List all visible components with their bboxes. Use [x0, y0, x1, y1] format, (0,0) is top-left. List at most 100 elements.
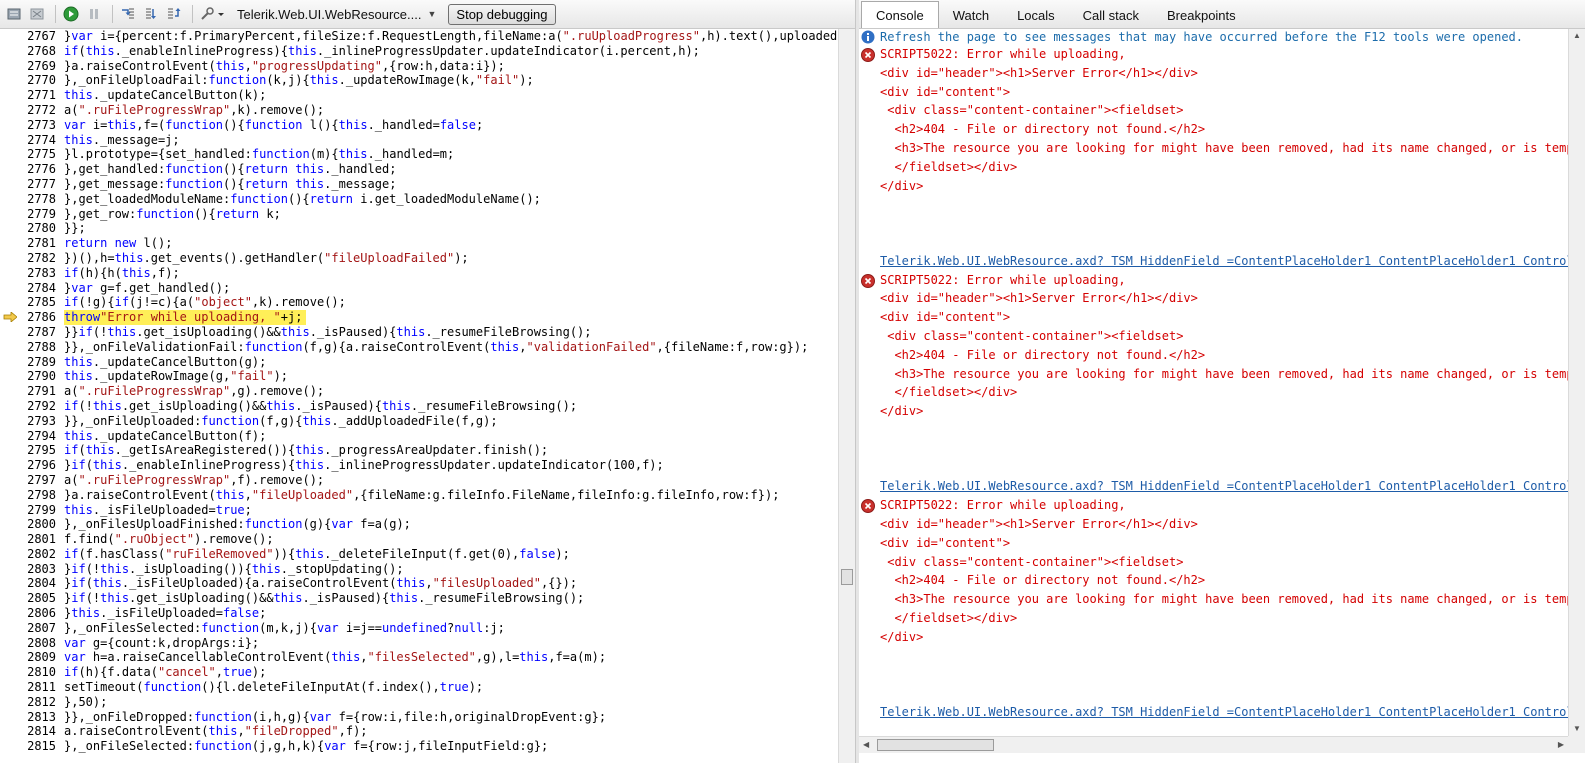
- line-number: 2815: [0, 739, 64, 755]
- code-line[interactable]: 2796}if(this._enableInlineProgress){this…: [0, 458, 838, 473]
- tools-icon[interactable]: [198, 4, 226, 24]
- code-line[interactable]: 2780}};: [0, 221, 838, 237]
- code-line[interactable]: 2802 if(f.hasClass("ruFileRemoved")){this…: [0, 546, 838, 562]
- console-vertical-scrollbar[interactable]: ▲ ▼: [1568, 29, 1585, 736]
- code-line[interactable]: 2805}if(!this.get_isUploading()&&this._i…: [0, 591, 838, 607]
- console-hscroll-thumb[interactable]: [877, 739, 994, 751]
- code-line[interactable]: 2807},_onFilesSelected:function(m,k,j){v…: [0, 620, 838, 636]
- code-line[interactable]: 2785 if(!g){if(j!=c){a("object",k).remove…: [0, 295, 838, 311]
- error-detail-line: <h3>The resource you are looking for mig…: [880, 592, 1568, 607]
- current-statement-line[interactable]: 2786 throw"Error while uploading, "+j;: [0, 310, 838, 325]
- console-spacer: [859, 665, 1568, 684]
- code-line[interactable]: 2804}if(this._isFileUploaded){a.raiseCon…: [0, 576, 838, 592]
- breakpoint-toggle-icon[interactable]: [4, 4, 24, 24]
- code-line[interactable]: 2791 a(".ruFileProgressWrap",g).remove();: [0, 384, 838, 399]
- tab-locals[interactable]: Locals: [1003, 3, 1069, 28]
- code-line[interactable]: 2788}},_onFileValidationFail:function(f,…: [0, 339, 838, 355]
- error-detail-line: </div>: [880, 629, 924, 644]
- code-line[interactable]: 2773 var i=this,f=(function(){function l(…: [0, 117, 838, 133]
- code-line[interactable]: 2774 this._message=j;: [0, 132, 838, 148]
- line-number: 2775: [0, 147, 64, 163]
- error-source-link[interactable]: Telerik.Web.UI.WebResource.axd? TSM Hidd…: [859, 477, 1568, 496]
- script-source-view[interactable]: 2767}var i={percent:f.PrimaryPercent,fil…: [0, 29, 838, 763]
- code-text: }l.prototype={set_handled:function(m){th…: [64, 147, 455, 162]
- script-file-dropdown[interactable]: Telerik.Web.UI.WebResource.... ▼: [237, 7, 436, 22]
- scroll-left-arrow-icon[interactable]: ◀: [863, 738, 869, 752]
- code-line[interactable]: 2787}}if(!this.get_isUploading()&&this._…: [0, 324, 838, 340]
- code-line[interactable]: 2769}a.raiseControlEvent(this,"progressU…: [0, 58, 838, 74]
- scroll-right-arrow-icon[interactable]: ▶: [1558, 738, 1564, 752]
- tab-watch[interactable]: Watch: [939, 3, 1003, 28]
- line-number: 2800: [0, 517, 64, 533]
- code-text: },get_row:function(){return k;: [64, 206, 281, 221]
- code-line[interactable]: 2797 a(".ruFileProgressWrap",f).remove();: [0, 472, 838, 488]
- clear-breakpoints-icon[interactable]: [27, 4, 47, 24]
- line-number: 2805: [0, 591, 64, 607]
- code-line[interactable]: 2809 var h=a.raiseCancellableControlEvent…: [0, 650, 838, 666]
- code-line[interactable]: 2767}var i={percent:f.PrimaryPercent,fil…: [0, 29, 838, 44]
- code-line[interactable]: 2810 if(h){f.data("cancel",true);: [0, 665, 838, 681]
- step-into-icon[interactable]: [118, 4, 138, 24]
- code-text: },_onFileSelected:function(j,g,h,k){var …: [64, 739, 549, 754]
- line-number: 2792: [0, 398, 64, 414]
- step-over-icon[interactable]: [141, 4, 161, 24]
- debugger-toolbar: Telerik.Web.UI.WebResource.... ▼ Stop de…: [0, 0, 858, 29]
- code-line[interactable]: 2779},get_row:function(){return k;: [0, 206, 838, 222]
- code-line[interactable]: 2789 this._updateCancelButton(g);: [0, 354, 838, 370]
- continue-icon[interactable]: [61, 4, 81, 24]
- code-line[interactable]: 2798}a.raiseControlEvent(this,"fileUploa…: [0, 487, 838, 503]
- code-line[interactable]: 2792 if(!this.get_isUploading()&&this._is…: [0, 398, 838, 414]
- code-text: },get_message:function(){return this._me…: [64, 176, 397, 191]
- tab-console[interactable]: Console: [861, 1, 939, 28]
- code-line[interactable]: 2813}},_onFileDropped:function(i,h,g){va…: [0, 709, 838, 725]
- bottom-strip: [859, 753, 1585, 763]
- code-text: var h=a.raiseCancellableControlEvent(thi…: [64, 650, 607, 665]
- info-icon: [861, 30, 875, 44]
- code-line[interactable]: 2815},_onFileSelected:function(j,g,h,k){…: [0, 739, 838, 755]
- console-spacer: [859, 459, 1568, 478]
- code-line[interactable]: 2801 f.find(".ruObject").remove();: [0, 532, 838, 547]
- code-text: }var i={percent:f.PrimaryPercent,fileSiz…: [64, 29, 838, 43]
- stop-debugging-button[interactable]: Stop debugging: [448, 3, 556, 25]
- code-line[interactable]: 2775}l.prototype={set_handled:function(m…: [0, 147, 838, 163]
- code-line[interactable]: 2795 if(this._getIsAreaRegistered()){this…: [0, 443, 838, 459]
- scroll-up-arrow-icon[interactable]: ▲: [1573, 29, 1581, 43]
- tab-call-stack[interactable]: Call stack: [1069, 3, 1153, 28]
- scroll-down-arrow-icon[interactable]: ▼: [1573, 722, 1581, 736]
- error-icon: [861, 48, 875, 62]
- code-line[interactable]: 2768 if(this._enableInlineProgress){this.…: [0, 43, 838, 59]
- code-text: }}if(!this.get_isUploading()&&this._isPa…: [64, 324, 592, 339]
- code-line[interactable]: 2777},get_message:function(){return this…: [0, 176, 838, 192]
- code-line[interactable]: 2808 var g={count:k,dropArgs:i};: [0, 635, 838, 651]
- code-line[interactable]: 2781 return new l();: [0, 236, 838, 251]
- code-line[interactable]: 2794 this._updateCancelButton(f);: [0, 428, 838, 444]
- error-source-link[interactable]: Telerik.Web.UI.WebResource.axd? TSM Hidd…: [859, 252, 1568, 271]
- code-line[interactable]: 2803}if(!this._isUploading()){this._stop…: [0, 561, 838, 577]
- code-line[interactable]: 2782})(),h=this.get_events().getHandler(…: [0, 250, 838, 266]
- code-line[interactable]: 2783 if(h){h(this,f);: [0, 265, 838, 281]
- code-text: }if(this._isFileUploaded){a.raiseControl…: [64, 576, 578, 591]
- pause-icon[interactable]: [84, 4, 104, 24]
- code-line[interactable]: 2814 a.raiseControlEvent(this,"fileDroppe…: [0, 724, 838, 740]
- code-line[interactable]: 2800},_onFilesUploadFinished:function(g)…: [0, 517, 838, 533]
- code-line[interactable]: 2784}var g=f.get_handled();: [0, 280, 838, 296]
- code-line[interactable]: 2770},_onFileUploadFail:function(k,j){th…: [0, 73, 838, 89]
- code-line[interactable]: 2811 setTimeout(function(){l.deleteFileIn…: [0, 680, 838, 695]
- source-vertical-scrollbar[interactable]: [838, 29, 855, 763]
- code-line[interactable]: 2790 this._updateRowImage(g,"fail");: [0, 369, 838, 385]
- code-line[interactable]: 2778},get_loadedModuleName:function(){re…: [0, 191, 838, 207]
- code-line[interactable]: 2793}},_onFileUploaded:function(f,g){thi…: [0, 413, 838, 429]
- code-line[interactable]: 2806}this._isFileUploaded=false;: [0, 606, 838, 621]
- source-scroll-thumb[interactable]: [841, 569, 853, 585]
- error-title: SCRIPT5022: Error while uploading,: [859, 496, 1568, 515]
- code-line[interactable]: 2776},get_handled:function(){return this…: [0, 162, 838, 177]
- step-out-icon[interactable]: [164, 4, 184, 24]
- error-source-link[interactable]: Telerik.Web.UI.WebResource.axd? TSM Hidd…: [859, 703, 1568, 722]
- console-horizontal-scrollbar[interactable]: ◀ ▶: [859, 736, 1568, 753]
- code-line[interactable]: 2772 a(".ruFileProgressWrap",k).remove();: [0, 102, 838, 118]
- code-line[interactable]: 2812},50);: [0, 694, 838, 710]
- code-line[interactable]: 2799 this._isFileUploaded=true;: [0, 502, 838, 518]
- tab-breakpoints[interactable]: Breakpoints: [1153, 3, 1250, 28]
- code-line[interactable]: 2771 this._updateCancelButton(k);: [0, 88, 838, 103]
- code-text: this._updateCancelButton(f);: [64, 428, 267, 443]
